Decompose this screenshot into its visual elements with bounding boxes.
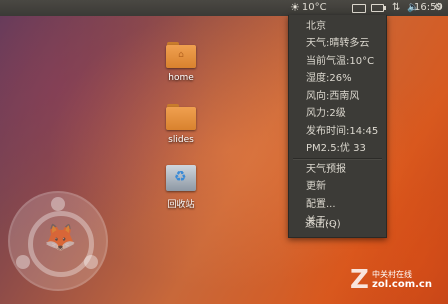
folder-icon: ⌂ <box>166 42 196 68</box>
menu-item-wind-dir: 风向:西南风 <box>306 91 360 102</box>
ubuntu-logo: 🦊 <box>8 191 108 291</box>
desktop-icon-label: 回收站 <box>167 200 195 210</box>
folder-icon <box>166 104 196 130</box>
zol-logo-icon: Z <box>350 265 369 295</box>
ubuntu-dot <box>84 255 98 269</box>
battery-icon <box>371 4 386 12</box>
keyboard-icon <box>352 3 366 13</box>
ubuntu-dot <box>51 197 65 211</box>
battery-indicator[interactable] <box>371 0 386 16</box>
menu-item-publish-time: 发布时间:14:45 <box>306 126 379 137</box>
weather-menu: 北京 天气:晴转多云 当前气温:10°C 湿度:26% 风向:西南风 风力:2级… <box>288 15 387 238</box>
menu-item-weather: 天气:晴转多云 <box>306 38 370 49</box>
weather-temp: 10°C <box>301 2 327 13</box>
desktop-icon-label: slides <box>168 135 194 145</box>
menu-item-city: 北京 <box>306 21 326 32</box>
trash-icon: ♻ <box>166 165 196 191</box>
menu-item-wind-force: 风力:2级 <box>306 108 346 119</box>
desktop-icon-home[interactable]: ⌂ <box>166 42 196 68</box>
menu-item-humidity: 湿度:26% <box>306 73 352 84</box>
menu-item-update[interactable]: 更新 <box>306 180 326 193</box>
session-indicator[interactable]: ⚙ <box>434 0 443 16</box>
menu-item-forecast[interactable]: 天气预报 <box>306 163 346 176</box>
menu-item-quit[interactable]: 退出(Q) <box>305 218 341 231</box>
desktop-icon-label: home <box>168 73 194 83</box>
watermark-en: zol.com.cn <box>372 279 432 290</box>
recycle-icon: ♻ <box>174 169 187 185</box>
menu-item-temp: 当前气温:10°C <box>306 56 375 67</box>
keyboard-indicator[interactable] <box>352 0 366 16</box>
network-indicator[interactable]: ⇅ <box>392 0 400 16</box>
weather-indicator[interactable]: ☀ 10°C <box>290 0 327 16</box>
menu-item-pm25: PM2.5:优 33 <box>306 143 366 154</box>
ubuntu-dot <box>16 255 30 269</box>
desktop-icon-trash[interactable]: ♻ <box>166 165 196 191</box>
mascot-icon: 🦊 <box>44 223 77 253</box>
gear-icon: ⚙ <box>434 2 443 13</box>
menu-separator <box>293 158 382 160</box>
top-panel: ☀ 10°C ⇅ 🔈 16:59 ⚙ <box>0 0 448 16</box>
desktop-icon-slides[interactable] <box>166 104 196 130</box>
sun-icon: ☀ <box>290 1 300 14</box>
menu-item-config[interactable]: 配置... <box>306 198 336 211</box>
network-arrows-icon: ⇅ <box>392 2 401 13</box>
